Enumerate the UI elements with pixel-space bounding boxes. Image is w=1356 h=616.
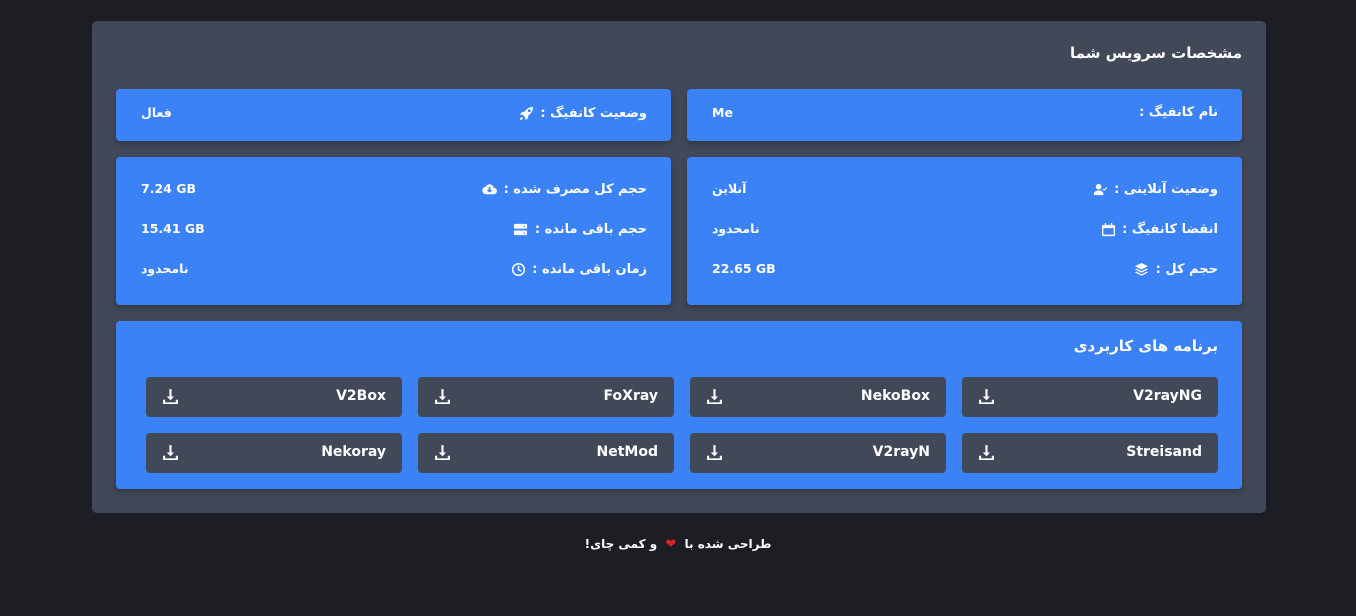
download-icon: [162, 444, 179, 461]
rocket-icon: [518, 105, 534, 121]
config-status-box: وضعیت کانفیگ : فعال: [116, 89, 671, 141]
config-name-value: Me: [712, 105, 733, 120]
apps-title: برنامه های کاربردی: [1073, 337, 1218, 355]
server-icon: [513, 221, 529, 237]
used-volume-row: حجم کل مصرف شده : 7.24 GB: [116, 181, 671, 201]
apps-box: برنامه های کاربردی V2rayNG NekoBox FoXra…: [116, 321, 1242, 489]
download-icon: [162, 388, 179, 405]
app-name: V2Box: [336, 388, 386, 404]
service-card: مشخصات سرویس شما وضعیت کانفیگ : فعال نام…: [92, 21, 1266, 513]
config-name-box: نام کانفیگ : Me: [687, 89, 1242, 141]
calendar-icon: [1100, 221, 1116, 237]
status-box: وضعیت آنلاینی : آنلاین انقضا کانفیگ : نا…: [687, 157, 1242, 305]
remaining-volume-value: 15.41 GB: [141, 221, 205, 236]
online-status-value: آنلاین: [712, 181, 747, 196]
clock-icon: [510, 261, 526, 277]
online-status-label: وضعیت آنلاینی :: [1114, 181, 1218, 197]
usage-box: حجم کل مصرف شده : 7.24 GB حجم باقی مانده…: [116, 157, 671, 305]
app-name: NekoBox: [860, 388, 930, 404]
config-status-label: وضعیت کانفیگ :: [540, 105, 647, 121]
app-download-button[interactable]: V2Box: [146, 377, 402, 417]
heart-icon: ❤: [665, 537, 677, 552]
total-volume-row: حجم کل : 22.65 GB: [687, 261, 1242, 281]
app-download-button[interactable]: Nekoray: [146, 433, 402, 473]
remaining-time-value: نامحدود: [141, 261, 189, 276]
config-name-row: نام کانفیگ : Me: [687, 105, 1242, 125]
config-name-label: نام کانفیگ :: [1139, 105, 1218, 120]
layers-icon: [1134, 261, 1150, 277]
total-volume-value: 22.65 GB: [712, 261, 776, 276]
app-download-button[interactable]: V2rayN: [690, 433, 946, 473]
footer-text-end: و کمی چای!: [584, 537, 658, 551]
app-download-button[interactable]: Streisand: [962, 433, 1218, 473]
used-volume-value: 7.24 GB: [141, 181, 196, 196]
cloud-download-icon: [482, 181, 498, 197]
download-icon: [978, 388, 995, 405]
total-volume-label: حجم کل :: [1155, 261, 1218, 277]
app-name: V2rayN: [872, 444, 930, 460]
download-icon: [434, 388, 451, 405]
user-check-icon: [1092, 181, 1108, 197]
app-name: Nekoray: [321, 444, 386, 460]
remaining-time-label: زمان باقی مانده :: [532, 261, 647, 277]
expiry-value: نامحدود: [712, 221, 760, 236]
download-icon: [706, 444, 723, 461]
app-download-button[interactable]: NekoBox: [690, 377, 946, 417]
download-icon: [706, 388, 723, 405]
used-volume-label: حجم کل مصرف شده :: [503, 181, 647, 197]
footer-text-start: طراحی شده با: [684, 537, 772, 551]
app-name: FoXray: [603, 388, 658, 404]
download-icon: [978, 444, 995, 461]
app-download-button[interactable]: NetMod: [418, 433, 674, 473]
remaining-time-row: زمان باقی مانده : نامحدود: [116, 261, 671, 281]
app-name: NetMod: [596, 444, 658, 460]
remaining-volume-row: حجم باقی مانده : 15.41 GB: [116, 221, 671, 241]
remaining-volume-label: حجم باقی مانده :: [534, 221, 647, 237]
app-download-button[interactable]: V2rayNG: [962, 377, 1218, 417]
app-name: Streisand: [1126, 444, 1202, 460]
page-title: مشخصات سرویس شما: [1070, 44, 1242, 62]
download-icon: [434, 444, 451, 461]
expiry-label: انقضا کانفیگ :: [1122, 221, 1218, 237]
expiry-row: انقضا کانفیگ : نامحدود: [687, 221, 1242, 241]
online-status-row: وضعیت آنلاینی : آنلاین: [687, 181, 1242, 201]
app-download-button[interactable]: FoXray: [418, 377, 674, 417]
config-status-value: فعال: [141, 105, 172, 120]
config-status-row: وضعیت کانفیگ : فعال: [116, 105, 671, 125]
footer: طراحی شده با ❤ و کمی چای!: [0, 537, 1356, 552]
app-name: V2rayNG: [1133, 388, 1202, 404]
